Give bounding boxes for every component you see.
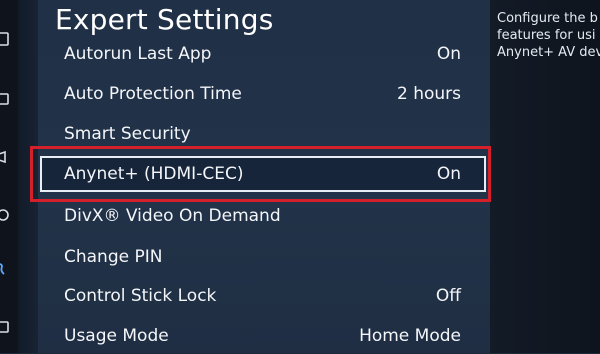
page-title: Expert Settings [55,3,274,36]
device-rail-icon[interactable] [0,320,10,334]
menu-item-divx-video-on-demand[interactable]: DivX® Video On Demand [40,198,486,234]
menu-item-autorun-last-app[interactable]: Autorun Last App On [40,44,486,80]
menu-item-usage-mode[interactable]: Usage Mode Home Mode [40,318,486,354]
menu-rail-icon[interactable] [0,32,10,46]
description-line: features for usi [497,28,596,43]
menu-item-label: Control Stick Lock [64,286,217,306]
menu-item-anynet-hdmi-cec[interactable]: Anynet+ (HDMI-CEC) On [40,156,486,192]
support-rail-icon[interactable] [0,208,10,222]
tv-screen: Expert Settings Autorun Last App On Auto… [0,0,600,353]
menu-item-value: Off [435,286,461,306]
menu-item-smart-security[interactable]: Smart Security [40,116,486,152]
menu-item-label: Auto Protection Time [64,84,242,104]
menu-item-value: On [436,164,461,184]
menu-item-auto-protection-time[interactable]: Auto Protection Time 2 hours [40,76,486,112]
menu-item-label: Anynet+ (HDMI-CEC) [64,164,244,184]
menu-item-label: Usage Mode [64,326,169,346]
menu-item-label: Smart Security [64,124,191,144]
settings-rail-icon[interactable] [0,262,10,276]
description-line: Configure the b [497,11,598,26]
menu-item-value: Home Mode [359,326,461,346]
picture-rail-icon[interactable] [0,92,10,106]
menu-item-value: 2 hours [396,84,461,104]
sound-rail-icon[interactable] [0,150,10,164]
description-line: Anynet+ AV dev [497,45,600,60]
description-panel: Configure the b features for usi Anynet+… [497,10,600,61]
menu-item-label: Autorun Last App [64,44,212,64]
left-icon-rail [0,0,18,353]
menu-item-label: Change PIN [64,247,163,267]
menu-item-value: On [436,44,461,64]
menu-item-change-pin[interactable]: Change PIN [40,239,486,275]
menu-item-control-stick-lock[interactable]: Control Stick Lock Off [40,278,486,314]
menu-item-label: DivX® Video On Demand [64,206,281,226]
